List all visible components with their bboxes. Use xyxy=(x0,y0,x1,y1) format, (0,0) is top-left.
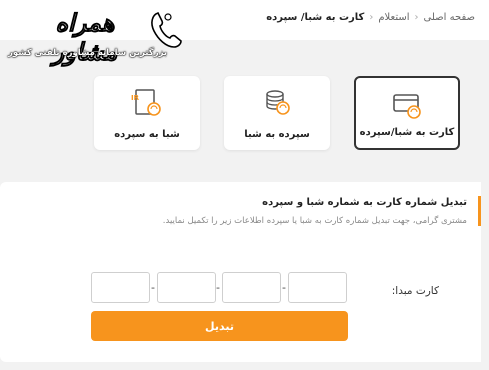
chevron-left-icon: ‹ xyxy=(414,12,419,23)
phone-handset-icon xyxy=(151,12,182,48)
card-number-segment-4[interactable] xyxy=(91,272,150,303)
card-number-label: کارت مبدا: xyxy=(391,285,439,297)
card-icon xyxy=(393,94,421,119)
option-label: سپرده به شبا xyxy=(244,129,310,140)
logo-subtitle: بزرگترین سامانه مشاوره تلفنی کشور xyxy=(8,48,168,58)
card-number-segment-3[interactable] xyxy=(157,272,216,303)
breadcrumb-inquiry[interactable]: استعلام xyxy=(378,12,409,23)
iban-document-icon: IR xyxy=(131,89,161,116)
option-label: شبا به سپرده xyxy=(114,129,180,140)
segment-separator: - xyxy=(282,281,286,294)
breadcrumb: صفحه اصلی ‹ استعلام ‹ کارت به شبا/ سپرده xyxy=(266,12,475,23)
watermark-logo: همراه مشاور بزرگترین سامانه مشاوره تلفنی… xyxy=(8,6,188,67)
option-card-sheba-to-deposit[interactable]: IR شبا به سپرده xyxy=(94,76,200,150)
coins-exchange-icon xyxy=(266,90,290,115)
card-number-segment-2[interactable] xyxy=(222,272,281,303)
form-description: مشتری گرامی، جهت تبدیل شماره کارت به شبا… xyxy=(162,216,467,226)
segment-separator: - xyxy=(151,281,155,294)
accent-bar xyxy=(478,196,481,226)
convert-button[interactable]: تبدیل xyxy=(91,311,348,341)
form-title: تبدیل شماره کارت به شماره شبا و سپرده xyxy=(262,197,467,208)
chevron-left-icon: ‹ xyxy=(369,12,374,23)
option-label: کارت به شبا/سپرده xyxy=(359,127,455,138)
breadcrumb-home[interactable]: صفحه اصلی xyxy=(424,12,475,23)
option-card-to-sheba-deposit[interactable]: کارت به شبا/سپرده xyxy=(354,76,460,150)
option-card-deposit-to-sheba[interactable]: سپرده به شبا xyxy=(224,76,330,150)
card-number-segment-1[interactable] xyxy=(288,272,347,303)
breadcrumb-current: کارت به شبا/ سپرده xyxy=(266,12,365,23)
svg-text:IR: IR xyxy=(131,94,140,102)
conversion-form-panel: تبدیل شماره کارت به شماره شبا و سپرده مش… xyxy=(0,182,481,362)
segment-separator: - xyxy=(216,281,220,294)
